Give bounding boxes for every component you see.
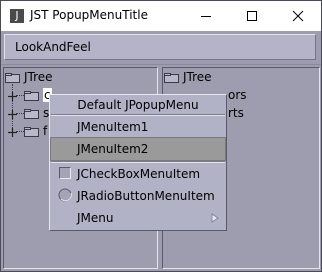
title-bar[interactable]: J JST PopupMenuTitle bbox=[1, 1, 321, 31]
minimize-button[interactable] bbox=[183, 1, 229, 31]
menu-item-jmenuitem1[interactable]: JMenuItem1 bbox=[51, 116, 225, 138]
window-title: JST PopupMenuTitle bbox=[30, 8, 148, 22]
tree-guide-line bbox=[16, 95, 24, 96]
tree-root-label[interactable]: JTree bbox=[183, 70, 212, 84]
tree-root-label[interactable]: JTree bbox=[24, 70, 53, 84]
maximize-button[interactable] bbox=[229, 1, 275, 31]
app-window: J JST PopupMenuTitle LookAndFeel JTree c… bbox=[0, 0, 322, 272]
java-app-icon: J bbox=[10, 9, 24, 23]
menu-item-checkbox[interactable]: JCheckBoxMenuItem bbox=[51, 163, 225, 185]
menu-item-label: JMenuItem2 bbox=[77, 142, 149, 156]
menu-bar: LookAndFeel bbox=[1, 31, 321, 65]
folder-icon bbox=[24, 91, 39, 101]
tree-node-label[interactable]: rts bbox=[228, 106, 244, 120]
maximize-icon bbox=[247, 11, 257, 21]
menu-item-jmenuitem2[interactable]: JMenuItem2 bbox=[50, 137, 226, 161]
lookandfeel-menu-label: LookAndFeel bbox=[15, 40, 91, 54]
popup-menu-title: Default JPopupMenu bbox=[77, 98, 199, 112]
popup-menu: Default JPopupMenu JMenuItem1 JMenuItem2… bbox=[49, 94, 227, 231]
menu-item-label: JCheckBoxMenuItem bbox=[77, 167, 201, 181]
menu-item-radio[interactable]: JRadioButtonMenuItem bbox=[51, 185, 225, 207]
folder-icon bbox=[24, 127, 39, 137]
close-button[interactable] bbox=[275, 1, 321, 31]
radio-button-icon bbox=[58, 188, 72, 202]
tree-guide-line bbox=[16, 113, 24, 114]
menu-item-label: JRadioButtonMenuItem bbox=[77, 189, 215, 203]
menu-item-label: JMenuItem1 bbox=[77, 120, 149, 134]
tree-node-label[interactable]: f bbox=[43, 124, 47, 138]
folder-icon bbox=[24, 109, 39, 119]
menu-item-label: JMenu bbox=[77, 211, 114, 225]
close-icon bbox=[292, 10, 304, 22]
tree-node-label[interactable]: ors bbox=[228, 88, 247, 102]
lookandfeel-menu[interactable]: LookAndFeel bbox=[4, 34, 316, 60]
minimize-icon bbox=[201, 16, 211, 17]
menu-item-jmenu[interactable]: JMenu bbox=[51, 207, 225, 229]
checkbox-icon bbox=[59, 167, 71, 179]
tree-guide-line bbox=[16, 131, 24, 132]
submenu-arrow-icon bbox=[211, 213, 219, 223]
folder-icon bbox=[5, 73, 20, 83]
folder-icon bbox=[164, 73, 179, 83]
